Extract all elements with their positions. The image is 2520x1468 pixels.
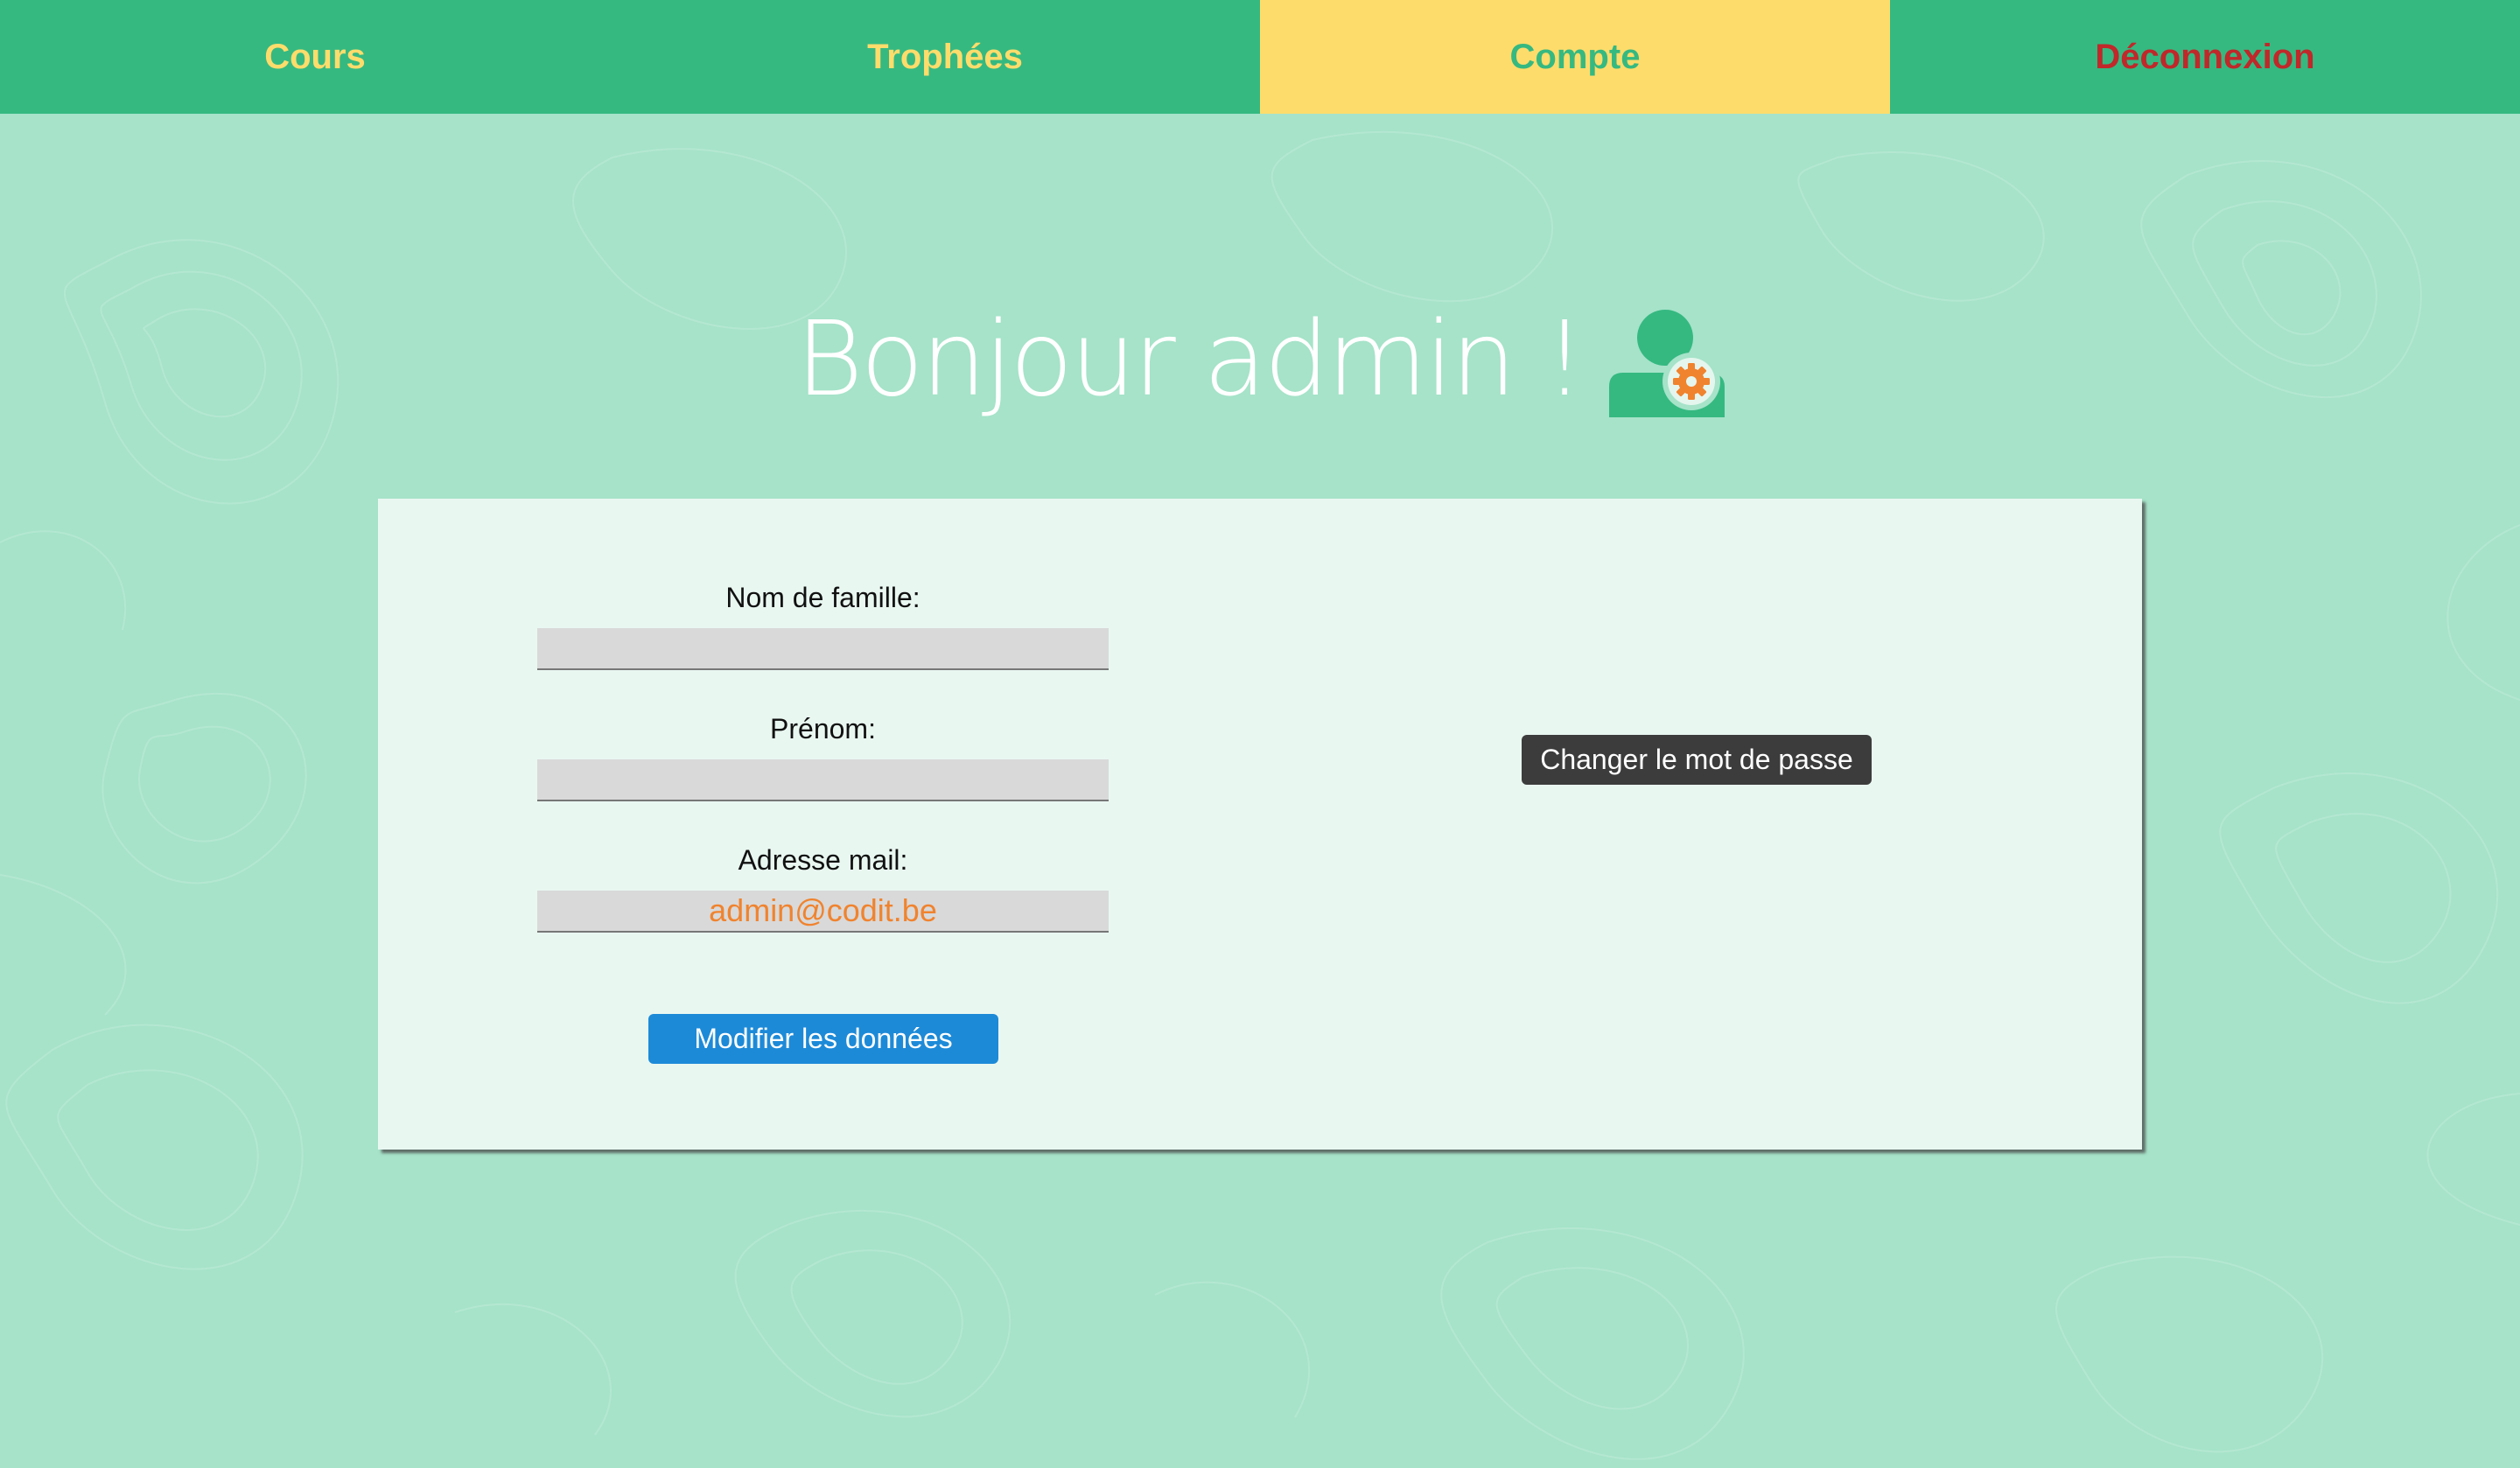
change-password-button[interactable]: Changer le mot de passe [1522,735,1872,785]
email-label: Adresse mail: [738,844,908,876]
top-navigation: Cours Trophées Compte Déconnexion [0,0,2520,114]
lastname-input[interactable] [537,628,1109,670]
email-input[interactable] [537,891,1109,933]
firstname-input[interactable] [537,759,1109,801]
nav-item-cours[interactable]: Cours [0,0,630,114]
lastname-label: Nom de famille: [725,582,920,613]
greeting-text: Bonjour admin ! [795,298,1586,419]
modify-data-button[interactable]: Modifier les données [648,1014,998,1064]
greeting-header: Bonjour admin ! [0,297,2520,420]
nav-item-trophees[interactable]: Trophées [630,0,1260,114]
account-card: Nom de famille: Prénom: Adresse mail: Mo… [378,499,2142,1150]
account-form: Nom de famille: Prénom: Adresse mail: [537,579,1109,933]
nav-item-compte[interactable]: Compte [1260,0,1890,114]
admin-settings-icon [1608,309,1725,417]
firstname-label: Prénom: [770,713,876,744]
nav-item-deconnexion[interactable]: Déconnexion [1890,0,2520,114]
